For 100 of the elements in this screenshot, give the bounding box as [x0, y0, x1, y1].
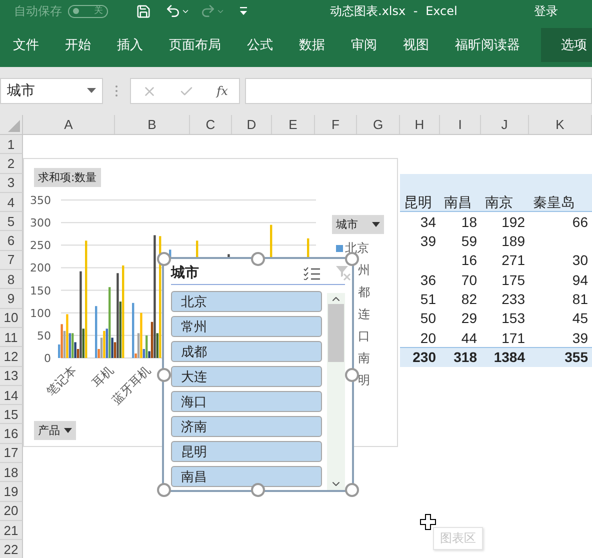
- sign-in-link[interactable]: 登录: [534, 2, 558, 20]
- resize-handle[interactable]: [157, 368, 171, 382]
- column-header[interactable]: B: [115, 115, 190, 134]
- slicer-item[interactable]: 济南: [171, 416, 322, 437]
- insert-function-button[interactable]: fx: [216, 84, 228, 98]
- total-cell: 318: [440, 347, 481, 367]
- resize-handle[interactable]: [251, 252, 265, 266]
- formula-input[interactable]: [245, 78, 592, 104]
- column-header[interactable]: E: [272, 115, 315, 134]
- row-header[interactable]: 9: [0, 289, 23, 309]
- window-title: 动态图表.xlsx - Excel: [330, 2, 458, 20]
- row-header[interactable]: 14: [0, 386, 23, 406]
- legend-field-button[interactable]: 城市: [332, 215, 384, 234]
- row-header[interactable]: 16: [0, 424, 23, 444]
- row-header[interactable]: 13: [0, 366, 23, 386]
- slicer-item[interactable]: 南昌: [171, 466, 322, 487]
- row-header[interactable]: 21: [0, 520, 23, 540]
- slicer-item[interactable]: 常州: [171, 316, 322, 337]
- row-header[interactable]: 1: [0, 135, 23, 154]
- ribbon-tab[interactable]: 开始: [52, 28, 104, 62]
- ribbon-tab[interactable]: 文件: [0, 28, 52, 62]
- column-header[interactable]: H: [400, 115, 440, 134]
- customize-icon[interactable]: [239, 6, 248, 16]
- y-axis-label: 300: [30, 216, 51, 230]
- y-axis-label: 50: [37, 329, 51, 342]
- ribbon-tab[interactable]: 审阅: [338, 28, 390, 62]
- resize-handle[interactable]: [345, 252, 359, 266]
- row-header[interactable]: 18: [0, 463, 23, 482]
- scrollbar[interactable]: [327, 293, 345, 490]
- triangle-icon: [8, 120, 20, 132]
- grip-icon: [115, 85, 118, 97]
- row-header[interactable]: 3: [0, 174, 23, 193]
- table-cell-text: 39: [419, 232, 437, 251]
- table-cell-text: 81: [571, 290, 589, 309]
- table-cell-text: 271: [500, 251, 526, 270]
- row-header[interactable]: 10: [0, 308, 23, 328]
- ribbon-tab[interactable]: 数据: [286, 28, 338, 62]
- y-axis-label: 100: [30, 306, 51, 320]
- slicer-item[interactable]: 大连: [171, 366, 322, 387]
- multi-select-icon[interactable]: [303, 266, 321, 280]
- table-cell-text: 51: [419, 290, 437, 309]
- legend-label: 南: [358, 350, 370, 366]
- column-header[interactable]: D: [232, 115, 272, 134]
- ribbon-tab[interactable]: 选项: [541, 28, 592, 62]
- row-header[interactable]: 11: [0, 328, 23, 348]
- table-cell-text: 34: [419, 212, 437, 232]
- y-axis-label: 350: [30, 194, 51, 207]
- ribbon-tab[interactable]: 视图: [390, 28, 442, 62]
- table-cell-text: 94: [571, 270, 589, 290]
- slicer-item[interactable]: 海口: [171, 391, 322, 412]
- column-header[interactable]: I: [440, 115, 481, 134]
- row-header[interactable]: 20: [0, 502, 23, 521]
- table-cell-text: 18: [460, 212, 478, 232]
- y-axis-label: 0: [44, 352, 51, 365]
- redo-icon[interactable]: [200, 3, 225, 19]
- name-box[interactable]: 城市: [0, 78, 103, 104]
- column-label: 南京: [484, 192, 514, 212]
- total-cell: 355: [529, 347, 592, 367]
- row-header[interactable]: 8: [0, 270, 23, 290]
- column-header[interactable]: K: [529, 115, 592, 134]
- table-cell-text: 66: [571, 212, 589, 232]
- slicer-item[interactable]: 北京: [171, 291, 322, 312]
- move-cursor-icon: [420, 514, 436, 530]
- dropdown-caret-icon: [64, 428, 72, 433]
- ribbon-tab[interactable]: 福昕阅读器: [442, 28, 533, 62]
- row-header[interactable]: 22: [0, 540, 23, 558]
- table-cell-text: 171: [500, 328, 526, 348]
- slicer-item[interactable]: 昆明: [171, 441, 322, 462]
- row-header[interactable]: 4: [0, 192, 23, 212]
- ribbon-tab[interactable]: 插入: [104, 28, 156, 62]
- resize-handle[interactable]: [157, 483, 171, 497]
- value-field-button[interactable]: 求和项:数量: [34, 168, 101, 187]
- clear-filter-icon[interactable]: [335, 264, 351, 280]
- row-header[interactable]: 7: [0, 250, 23, 270]
- row-header[interactable]: 19: [0, 482, 23, 502]
- resize-handle[interactable]: [251, 483, 265, 497]
- column-header[interactable]: A: [23, 115, 115, 134]
- row-header[interactable]: 15: [0, 405, 23, 424]
- resize-handle[interactable]: [345, 368, 359, 382]
- row-header[interactable]: 17: [0, 444, 23, 464]
- y-axis-label: 200: [30, 262, 51, 275]
- row-header[interactable]: 12: [0, 347, 23, 367]
- save-icon[interactable]: [136, 4, 151, 18]
- row-header[interactable]: 6: [0, 231, 23, 251]
- category-label: 耳机: [89, 363, 116, 390]
- row-header[interactable]: 2: [0, 154, 23, 174]
- resize-handle[interactable]: [345, 483, 359, 497]
- table-cell-text: 233: [500, 290, 526, 309]
- column-label: 秦皇岛: [532, 192, 576, 212]
- column-header[interactable]: C: [190, 115, 232, 134]
- axis-field-button[interactable]: 产品: [34, 421, 76, 440]
- row-header[interactable]: 5: [0, 212, 23, 232]
- y-axis-label: 250: [30, 239, 51, 252]
- column-header[interactable]: G: [357, 115, 400, 134]
- slicer-item[interactable]: 成都: [171, 341, 322, 362]
- undo-icon[interactable]: [165, 3, 190, 19]
- column-header[interactable]: J: [481, 115, 529, 134]
- column-header[interactable]: F: [315, 115, 357, 134]
- ribbon-tab[interactable]: 公式: [234, 28, 286, 62]
- ribbon-tab[interactable]: 页面布局: [156, 28, 234, 62]
